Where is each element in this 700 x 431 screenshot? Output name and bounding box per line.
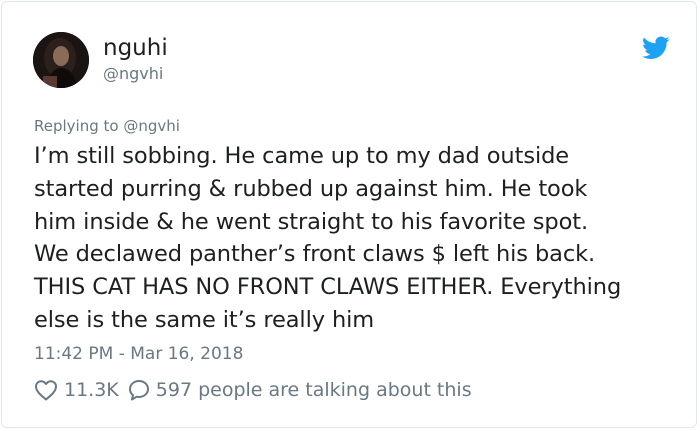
heart-icon [35,380,57,401]
conversation-text: 597 people are talking about this [155,379,472,401]
twitter-bird-icon[interactable] [642,36,670,60]
tweet-timestamp[interactable]: 11:42 PM - Mar 16, 2018 [34,343,243,365]
like-button[interactable]: 11.3K [34,379,119,401]
author-handle[interactable]: @ngvhi [103,63,163,85]
tweet-card: nguhi @ngvhi Replying to @ngvhi I’m stil… [1,1,697,428]
reply-context: Replying to @ngvhi [34,116,180,136]
reply-prefix: Replying to [34,117,124,135]
conversation-button[interactable]: 597 people are talking about this [119,378,472,402]
like-count: 11.3K [64,379,119,401]
reply-to-link[interactable]: @ngvhi [123,117,180,135]
comment-icon [128,380,149,401]
tweet-text: I’m still sobbing. He came up to my dad … [34,143,622,333]
avatar-image [33,32,89,88]
tweet-actions: 11.3K 597 people are talking about this [34,376,472,404]
avatar[interactable] [33,32,89,88]
author-name[interactable]: nguhi [103,33,168,63]
